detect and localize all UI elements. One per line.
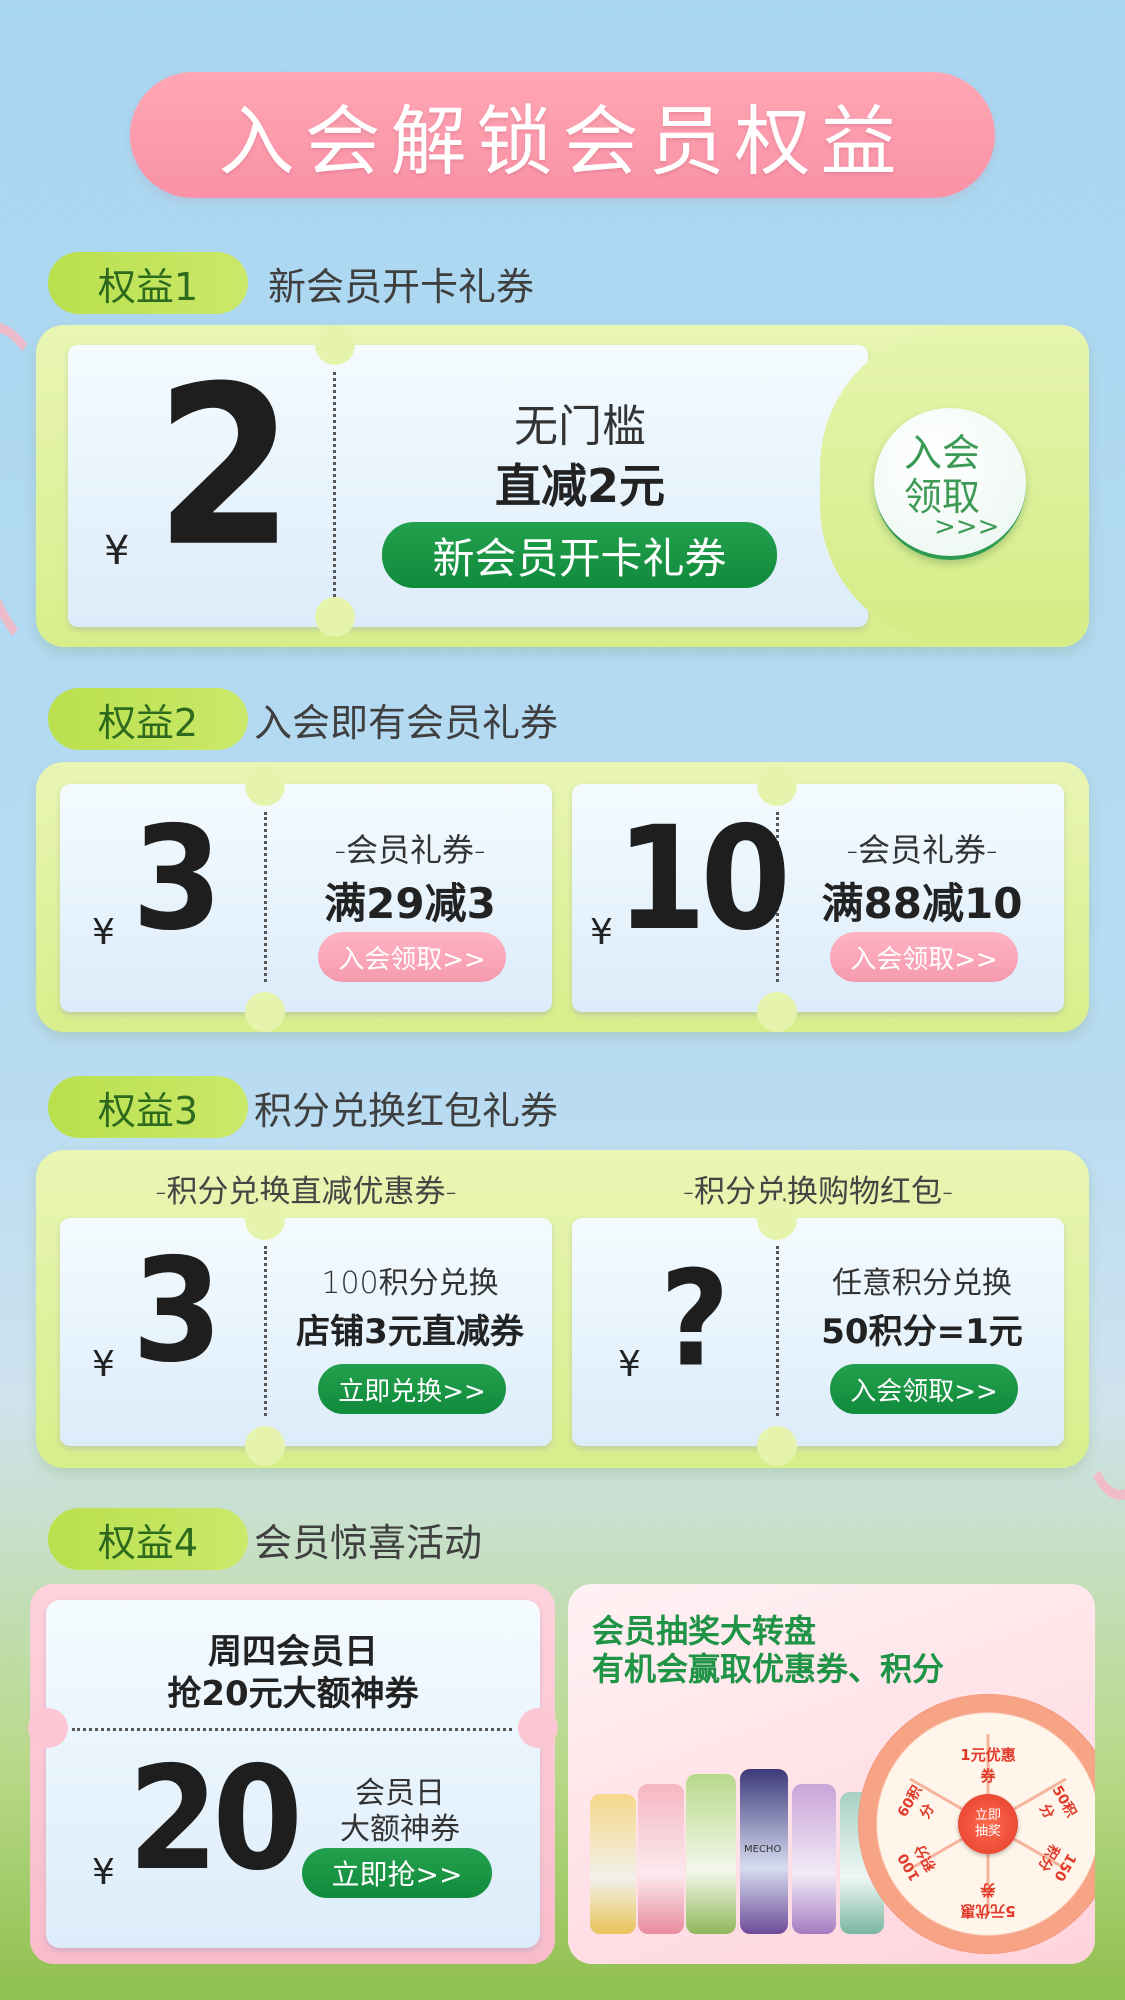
ticket-divider	[776, 1246, 779, 1416]
coupon-condition: 无门槛	[514, 401, 646, 452]
coupon-desc: 满29减3	[324, 879, 496, 928]
wheel-center-label: 立即抽奖	[974, 1808, 1001, 1839]
member-day-subtitle: 抢20元大额神券	[167, 1674, 419, 1714]
shampoo-bottle	[686, 1774, 736, 1934]
benefit1-tag: 权益1	[48, 252, 248, 314]
coupon-amount: ?	[660, 1243, 730, 1397]
claim-newmember-coupon-button[interactable]: 新会员开卡礼券	[382, 522, 777, 588]
coupon-subtitle: 100积分兑换	[321, 1266, 499, 1301]
button-label: 入会领取>>	[850, 1376, 998, 1407]
lottery-wheel[interactable]: 1元优惠券 50积分 150积分 5元优惠券 100积分 60积分 立即抽奖	[858, 1694, 1095, 1954]
big-coupon-label: 大额神券	[340, 1812, 460, 1847]
lottery-subtitle: 有机会赢取优惠券、积分	[592, 1650, 945, 1688]
join-claim-arrows: >>>	[934, 512, 1000, 542]
ticket-notch	[245, 1426, 285, 1466]
product-bottles-image: MECHO	[590, 1764, 890, 1944]
benefit1-title: 新会员开卡礼券	[268, 265, 535, 309]
bottle-brand-label: MECHO	[744, 1844, 782, 1855]
wheel-slice-1: 1元优惠券	[960, 1746, 1016, 1785]
button-label: 入会领取>>	[850, 944, 998, 975]
coupon-amount: 20	[128, 1734, 303, 1903]
benefit4-title: 会员惊喜活动	[254, 1521, 483, 1565]
coupon-subtitle: 任意积分兑换	[832, 1266, 1012, 1301]
lottery-panel[interactable]: 会员抽奖大转盘 有机会赢取优惠券、积分 MECHO 1元优惠券 50积分 150…	[568, 1584, 1095, 1964]
left-caption: -积分兑换直减优惠券-	[155, 1174, 457, 1210]
benefit2-title: 入会即有会员礼券	[254, 701, 559, 745]
coupon-subtitle: -会员礼券-	[846, 831, 998, 869]
right-caption: -积分兑换购物红包-	[682, 1174, 954, 1210]
wheel-center-button[interactable]: 立即抽奖	[958, 1794, 1018, 1854]
coupon-amount: 3	[132, 1226, 223, 1395]
button-label: 立即抢>>	[331, 1858, 463, 1891]
currency-symbol: ¥	[104, 528, 130, 574]
claim-coupon-button[interactable]: 入会领取>>	[318, 932, 506, 982]
coupon-amount: 10	[616, 794, 791, 963]
shampoo-bottle	[638, 1784, 684, 1934]
redeem-coupon-button[interactable]: 立即兑换>>	[318, 1364, 506, 1414]
join-claim-button[interactable]: 入会 领取 >>>	[874, 408, 1026, 560]
currency-symbol: ¥	[590, 912, 613, 953]
ticket-notch	[245, 1200, 285, 1240]
coupon-discount: 直减2元	[494, 459, 665, 513]
coupon-desc: 50积分=1元	[821, 1312, 1023, 1352]
wheel-slice-4: 5元优惠券	[960, 1881, 1016, 1920]
button-label: 立即兑换>>	[338, 1376, 486, 1407]
benefit4-tag: 权益4	[48, 1508, 248, 1570]
shampoo-bottle	[792, 1784, 836, 1934]
claim-redpacket-button[interactable]: 入会领取>>	[830, 1364, 1018, 1414]
currency-symbol: ¥	[92, 1852, 115, 1893]
ticket-notch	[757, 992, 797, 1032]
ticket-notch	[245, 992, 285, 1032]
coupon-desc: 满88减10	[821, 879, 1023, 928]
currency-symbol: ¥	[618, 1344, 641, 1385]
claim-coupon-button[interactable]: 入会领取>>	[830, 932, 1018, 982]
ticket-notch	[757, 1426, 797, 1466]
coupon-amount: 2	[155, 339, 294, 596]
ticket-notch	[315, 325, 355, 365]
button-label: 入会领取>>	[338, 944, 486, 975]
ticket-divider	[264, 1246, 267, 1416]
coupon-desc: 店铺3元直减券	[296, 1312, 524, 1352]
ticket-notch	[245, 766, 285, 806]
button-label: 新会员开卡礼券	[432, 533, 727, 583]
ticket-notch	[315, 597, 355, 637]
currency-symbol: ¥	[92, 912, 115, 953]
card-divider	[72, 1728, 512, 1731]
shampoo-bottle	[590, 1794, 636, 1934]
benefit3-tag: 权益3	[48, 1076, 248, 1138]
ticket-divider	[333, 372, 336, 597]
ticket-notch	[757, 1200, 797, 1240]
coupon-subtitle: -会员礼券-	[334, 831, 486, 869]
benefit3-title: 积分兑换红包礼券	[254, 1089, 559, 1133]
ticket-divider	[264, 812, 267, 982]
grab-coupon-button[interactable]: 立即抢>>	[302, 1848, 492, 1898]
currency-symbol: ¥	[92, 1344, 115, 1385]
coupon-amount: 3	[132, 794, 223, 963]
page-title: 入会解锁会员权益	[218, 97, 907, 186]
page-header: 入会解锁会员权益	[130, 72, 995, 198]
benefit2-tag: 权益2	[48, 688, 248, 750]
